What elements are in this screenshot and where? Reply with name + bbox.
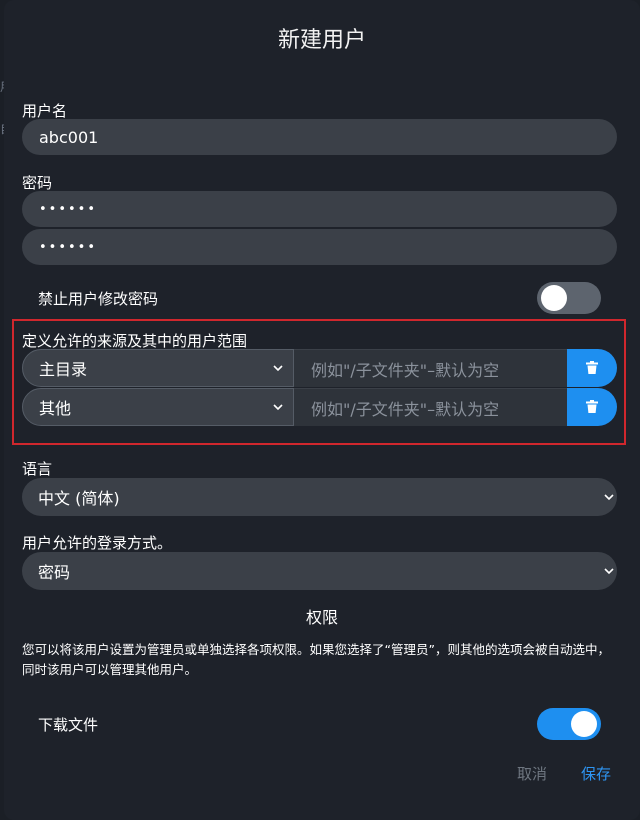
password-value: •••••• [39,201,98,217]
chevron-down-icon [604,568,614,575]
chevron-down-icon [273,365,283,372]
login-method-value: 密码 [38,563,71,582]
subfolder-input[interactable]: 例如"/子文件夹"–默认为空 [294,349,567,387]
screen: 用 自 ooo 新建用户 用户名 abc001 密码 •••••• ••••••… [0,0,640,820]
chevron-down-icon [604,494,614,501]
login-method-select[interactable]: 密码 [22,552,617,590]
scope-label: 定义允许的来源及其中的用户范围 [22,332,248,350]
permissions-description: 您可以将该用户设置为管理员或单独选择各项权限。如果您选择了“管理员”，则其他的选… [22,642,610,677]
delete-scope-button[interactable] [567,349,617,387]
password-field[interactable]: •••••• [22,191,617,227]
trash-icon [586,400,598,413]
username-value: abc001 [39,127,99,147]
save-button[interactable]: 保存 [581,763,611,784]
download-files-toggle[interactable] [537,708,601,740]
source-select-value: 其他 [39,399,72,418]
scope-row: 主目录 例如"/子文件夹"–默认为空 [22,349,617,387]
username-label: 用户名 [22,102,68,120]
toggle-knob [571,711,597,737]
language-value: 中文 (简体) [38,489,120,508]
source-select[interactable]: 主目录 [22,349,294,387]
cancel-button[interactable]: 取消 [517,763,547,784]
password-label: 密码 [22,174,53,192]
source-select-value: 主目录 [39,360,88,379]
permissions-title: 权限 [305,608,338,627]
disable-password-change-label: 禁止用户修改密码 [38,290,159,308]
scope-row: 其他 例如"/子文件夹"–默认为空 [22,388,617,426]
language-select[interactable]: 中文 (简体) [22,478,617,516]
chevron-down-icon [273,404,283,411]
language-label: 语言 [22,460,53,478]
username-field[interactable]: abc001 [22,119,617,155]
source-select[interactable]: 其他 [22,388,294,426]
subfolder-input[interactable]: 例如"/子文件夹"–默认为空 [294,388,567,426]
download-files-label: 下载文件 [38,716,99,734]
new-user-dialog: 新建用户 用户名 abc001 密码 •••••• •••••• 禁止用户修改密… [4,0,640,820]
confirm-password-value: •••••• [39,239,98,255]
disable-password-change-toggle[interactable] [537,282,601,314]
confirm-password-field[interactable]: •••••• [22,229,617,265]
toggle-knob [541,285,567,311]
login-method-label: 用户允许的登录方式。 [22,534,173,552]
delete-scope-button[interactable] [567,388,617,426]
dialog-title: 新建用户 [277,28,366,53]
trash-icon [586,361,598,374]
